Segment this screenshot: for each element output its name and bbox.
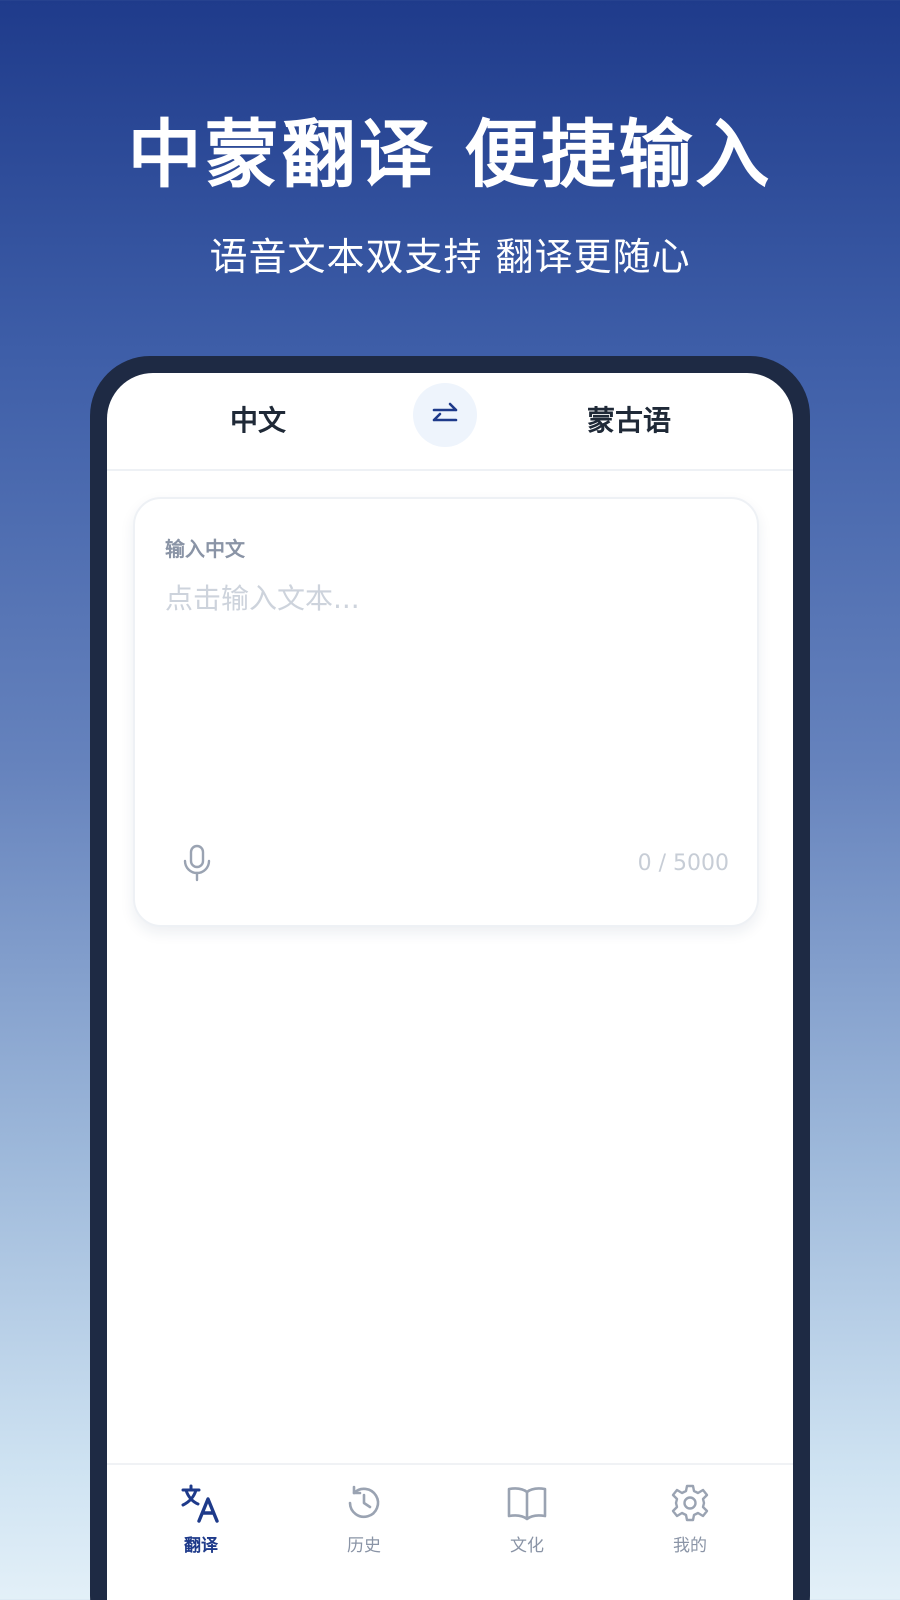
language-bar: 中文 蒙古语 bbox=[107, 373, 793, 471]
text-input[interactable] bbox=[165, 577, 725, 777]
history-icon bbox=[348, 1485, 380, 1519]
tab-translate-label: 翻译 bbox=[184, 1536, 218, 1556]
microphone-icon bbox=[183, 844, 211, 882]
promo-subline: 语音文本双支持 翻译更随心 bbox=[209, 235, 691, 279]
tab-translate[interactable]: 翻译 bbox=[141, 1481, 261, 1556]
tab-history[interactable]: 历史 bbox=[304, 1481, 424, 1556]
bottom-tab-bar: 翻译 历史 文化 我的 bbox=[107, 1463, 793, 1595]
book-icon bbox=[507, 1487, 547, 1521]
input-card: 输入中文 0 / 5000 bbox=[133, 497, 759, 927]
tab-profile[interactable]: 我的 bbox=[630, 1481, 750, 1556]
swap-languages-button[interactable] bbox=[413, 383, 477, 447]
phone-frame: 中文 蒙古语 输入中文 0 / 5000 bbox=[90, 356, 810, 1600]
target-language-button[interactable]: 蒙古语 bbox=[587, 399, 671, 439]
gear-icon bbox=[671, 1484, 709, 1522]
voice-input-button[interactable] bbox=[179, 843, 215, 883]
source-language-button[interactable]: 中文 bbox=[230, 399, 286, 439]
character-counter: 0 / 5000 bbox=[637, 851, 729, 876]
app-screen: 中文 蒙古语 输入中文 0 / 5000 bbox=[107, 373, 793, 1600]
translate-icon bbox=[181, 1484, 219, 1523]
input-label: 输入中文 bbox=[165, 537, 245, 561]
tab-profile-label: 我的 bbox=[673, 1536, 707, 1556]
tab-culture[interactable]: 文化 bbox=[467, 1481, 587, 1556]
swap-arrows-icon bbox=[432, 402, 458, 422]
tab-history-label: 历史 bbox=[347, 1536, 381, 1556]
promo-headline: 中蒙翻译 便捷输入 bbox=[127, 112, 773, 198]
tab-culture-label: 文化 bbox=[510, 1536, 544, 1556]
